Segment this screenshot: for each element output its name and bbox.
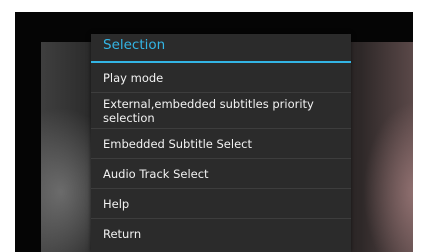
menu-item-label: Audio Track Select xyxy=(103,166,209,181)
dialog-title: Selection xyxy=(103,37,166,53)
menu-item-audio-track-select[interactable]: Audio Track Select xyxy=(91,159,351,189)
selection-menu: Play mode External,embedded subtitles pr… xyxy=(91,63,351,249)
selection-dialog: Selection Play mode External,embedded su… xyxy=(91,34,351,252)
menu-item-label: Return xyxy=(103,227,142,241)
menu-item-subtitle-priority[interactable]: External,embedded subtitles priority sel… xyxy=(91,93,351,129)
menu-item-label: Play mode xyxy=(103,70,164,85)
device-screen: Selection Play mode External,embedded su… xyxy=(15,12,413,252)
menu-item-label: External,embedded subtitles priority sel… xyxy=(103,96,314,125)
menu-item-label: Help xyxy=(103,196,130,211)
menu-item-help[interactable]: Help xyxy=(91,189,351,219)
menu-item-label: Embedded Subtitle Select xyxy=(103,136,252,151)
menu-item-return[interactable]: Return xyxy=(91,219,351,249)
menu-item-embedded-subtitle-select[interactable]: Embedded Subtitle Select xyxy=(91,129,351,159)
menu-item-play-mode[interactable]: Play mode xyxy=(91,63,351,93)
